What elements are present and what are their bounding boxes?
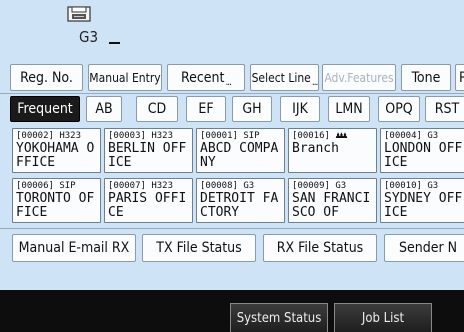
destination-button[interactable]: [00004] G3 LONDON OFFICE — [380, 128, 464, 173]
pause-button[interactable]: P — [455, 64, 464, 91]
destination-name: BERLIN OFFICE — [108, 141, 187, 170]
destination-name: SYDNEY OFFICE — [384, 191, 463, 220]
destination-name: YOKOHAMA OFFICE — [16, 141, 95, 170]
tab-opq[interactable]: OPQ — [378, 96, 420, 122]
tab-ijk[interactable]: IJK — [280, 96, 320, 122]
destination-button[interactable]: [00007] H323 PARIS OFFICE — [104, 178, 193, 223]
destination-name: PARIS OFFICE — [108, 191, 187, 220]
manual-entry-button[interactable]: Manual Entry — [88, 64, 162, 91]
tab-label: IJK — [292, 101, 308, 117]
sender-name-button[interactable]: Sender N — [384, 234, 464, 262]
divider — [0, 228, 464, 229]
tab-label: RST — [434, 101, 460, 117]
manual-email-rx-button[interactable]: Manual E-mail RX — [12, 234, 136, 262]
tab-label: GH — [242, 101, 262, 117]
destination-button[interactable]: [00002] H323 YOKOHAMA OFFICE — [12, 128, 101, 173]
destination-name: ABCD COMPANY — [200, 141, 279, 170]
fax-machine-icon — [67, 6, 91, 22]
sender-name-label: Sender N — [399, 240, 458, 256]
recent-button[interactable]: Recent... — [167, 64, 245, 91]
divider — [0, 93, 464, 94]
tab-label: Frequent — [17, 101, 73, 117]
tab-cd[interactable]: CD — [136, 96, 178, 122]
destination-button[interactable]: [00003] H323 BERLIN OFFICE — [104, 128, 193, 173]
tab-label: CD — [147, 101, 167, 117]
tone-label: Tone — [411, 69, 441, 86]
line-status-area: G3 — [0, 0, 464, 60]
tone-button[interactable]: Tone — [401, 64, 451, 91]
destination-button[interactable]: [00001] SIP ABCD COMPANY — [196, 128, 285, 173]
tab-label: AB — [95, 101, 113, 117]
tab-frequent[interactable]: Frequent — [10, 96, 80, 122]
tab-ef[interactable]: EF — [186, 96, 226, 122]
destination-button[interactable]: [00009] G3 SAN FRANCISCO OF — [288, 178, 377, 223]
reg-no-label: Reg. No. — [20, 69, 73, 86]
destination-name: LONDON OFFICE — [384, 141, 463, 170]
manual-entry-label: Manual Entry — [89, 70, 161, 85]
reg-no-button[interactable]: Reg. No. — [10, 64, 83, 91]
tab-label: OPQ — [385, 101, 413, 117]
recent-label: Recent — [180, 69, 225, 86]
manual-email-rx-label: Manual E-mail RX — [18, 240, 130, 256]
tab-gh[interactable]: GH — [232, 96, 272, 122]
tab-rst[interactable]: RST — [425, 96, 464, 122]
job-list-button[interactable]: Job List — [334, 303, 432, 332]
job-list-label: Job List — [361, 310, 405, 326]
adv-features-button[interactable]: Adv.Features — [322, 64, 396, 91]
line-mode-label: G3 — [79, 28, 99, 46]
pause-label: P — [459, 71, 464, 85]
select-line-label: Select Line — [251, 70, 311, 85]
system-status-button[interactable]: System Status — [230, 303, 328, 332]
tab-ab[interactable]: AB — [86, 96, 122, 122]
destination-name: SAN FRANCISCO OF — [292, 191, 371, 220]
rx-file-status-label: RX File Status — [276, 240, 364, 256]
fax-panel: G3 Reg. No. Manual Entry Recent... Selec… — [0, 0, 464, 290]
destination-name: Branch — [292, 141, 339, 156]
input-cursor — [109, 42, 120, 44]
system-status-label: System Status — [236, 310, 322, 326]
adv-features-label: Adv.Features — [324, 70, 394, 85]
tab-label: LMN — [335, 101, 363, 117]
select-line-button[interactable]: Select Line... — [250, 64, 319, 91]
destination-name: DETROIT FACTORY — [200, 191, 279, 220]
group-icon: ♟♟♟ — [335, 131, 347, 141]
tx-file-status-label: TX File Status — [156, 240, 242, 256]
rx-file-status-button[interactable]: RX File Status — [263, 234, 377, 262]
select-line-dots: ... — [311, 77, 318, 88]
tab-lmn[interactable]: LMN — [328, 96, 370, 122]
tab-label: EF — [198, 101, 214, 117]
destination-button[interactable]: [00016] ♟♟♟ Branch — [288, 128, 377, 173]
destination-name: TORONTO OFFICE — [16, 191, 95, 220]
recent-dots: ... — [225, 77, 232, 88]
destination-button[interactable]: [00006] SIP TORONTO OFFICE — [12, 178, 101, 223]
destination-button[interactable]: [00010] G3 SYDNEY OFFICE — [380, 178, 464, 223]
tx-file-status-button[interactable]: TX File Status — [142, 234, 256, 262]
destination-button[interactable]: [00008] G3 DETROIT FACTORY — [196, 178, 285, 223]
